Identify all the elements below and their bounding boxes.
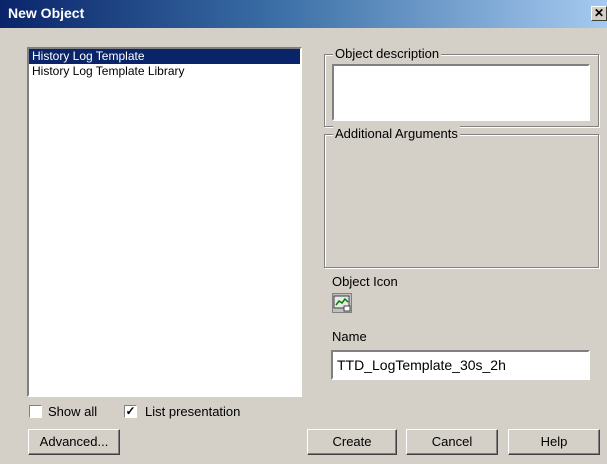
list-item-history-log-template[interactable]: History Log Template — [29, 49, 300, 64]
object-description-label: Object description — [333, 46, 442, 62]
list-presentation-checkbox[interactable]: ✓ — [124, 405, 137, 418]
list-item-history-log-template-library[interactable]: History Log Template Library — [29, 64, 300, 79]
list-presentation-label[interactable]: List presentation — [145, 404, 240, 419]
name-label: Name — [332, 329, 367, 344]
help-button[interactable]: Help — [508, 429, 600, 455]
create-button[interactable]: Create — [307, 429, 397, 455]
title-bar[interactable]: New Object ✕ — [0, 0, 607, 28]
new-object-dialog: New Object ✕ History Log Template Histor… — [0, 0, 607, 464]
object-description-field — [332, 64, 590, 121]
object-icon-label: Object Icon — [332, 274, 398, 289]
name-input[interactable]: TTD_LogTemplate_30s_2h — [331, 350, 590, 380]
show-all-label[interactable]: Show all — [48, 404, 97, 419]
history-log-template-icon — [332, 293, 352, 313]
dialog-title: New Object — [8, 5, 85, 21]
show-all-checkbox[interactable] — [29, 405, 42, 418]
advanced-button[interactable]: Advanced... — [28, 429, 120, 455]
object-type-list[interactable]: History Log Template History Log Templat… — [27, 47, 302, 397]
additional-arguments-group: Additional Arguments — [324, 126, 599, 268]
close-icon[interactable]: ✕ — [591, 6, 607, 21]
cancel-button[interactable]: Cancel — [406, 429, 498, 455]
additional-arguments-label: Additional Arguments — [333, 126, 460, 142]
